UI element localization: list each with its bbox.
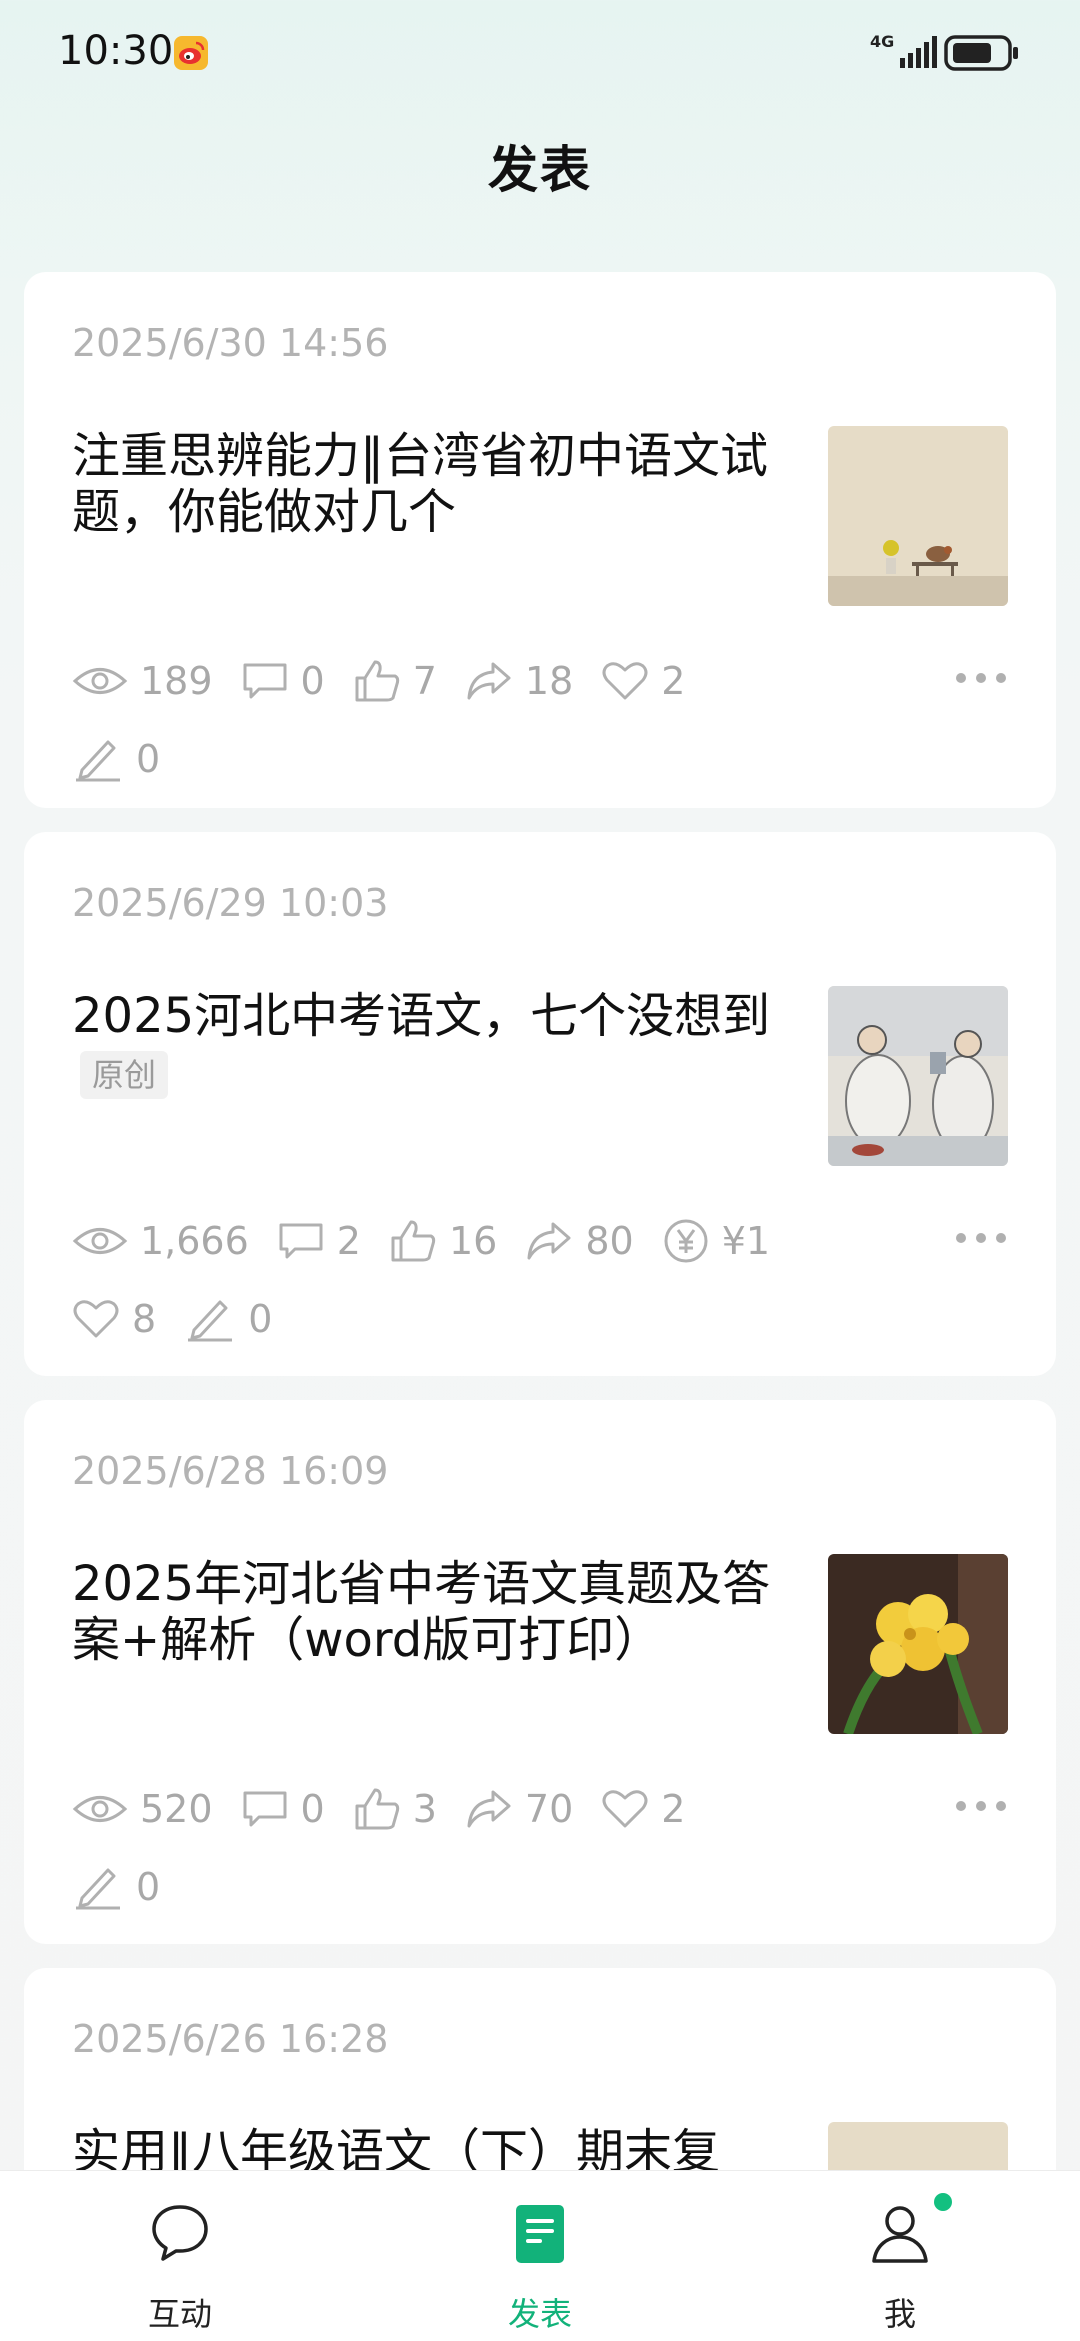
likes-stat[interactable]: 3: [353, 1786, 437, 1832]
article-title-text: 2025河北中考语文，七个没想到: [72, 988, 771, 1044]
scholars-ink-painting-image: [828, 986, 1008, 1166]
nav-tab-publish[interactable]: 发表: [440, 2171, 640, 2341]
likes-count: 7: [412, 659, 437, 703]
nav-label: 我: [883, 2295, 916, 2333]
article-title[interactable]: 2025河北中考语文，七个没想到原创: [72, 986, 772, 1100]
chat-bubble-icon: [152, 2205, 208, 2261]
eye-icon: [72, 1228, 128, 1254]
nav-tab-me[interactable]: 我: [800, 2171, 1000, 2341]
more-options-icon[interactable]: [954, 666, 1008, 690]
page-title: 发表: [488, 141, 592, 199]
network-type: 4G: [870, 32, 895, 51]
article-card[interactable]: 2025/6/29 10:03 2025河北中考语文，七个没想到原创 1,666…: [24, 832, 1056, 1376]
status-bar: 10:30 4G: [0, 0, 1080, 100]
battery-icon: [944, 35, 1018, 71]
pen-icon: [76, 740, 120, 782]
article-card[interactable]: 2025/6/28 16:09 2025年河北省中考语文真题及答案+解析（wor…: [24, 1400, 1056, 1944]
share-arrow-icon: [527, 1222, 571, 1260]
favorites-count: 8: [132, 1297, 157, 1341]
article-card[interactable]: 2025/6/30 14:56 注重思辨能力‖台湾省初中语文试题，你能做对几个: [24, 272, 1056, 808]
more-options-icon[interactable]: [954, 1226, 1008, 1250]
bird-on-bench-image: [828, 426, 1008, 606]
yellow-flowers-image: [828, 1554, 1008, 1734]
views-stat: 1,666: [72, 1219, 249, 1263]
document-icon: [516, 2205, 564, 2263]
comments-stat[interactable]: 0: [241, 1787, 325, 1831]
shares-count: 80: [585, 1219, 634, 1263]
eye-icon: [72, 1796, 128, 1822]
shares-stat[interactable]: 80: [525, 1219, 634, 1263]
views-count: 520: [140, 1787, 213, 1831]
views-count: 189: [140, 659, 213, 703]
comments-stat[interactable]: 0: [241, 659, 325, 703]
notification-dot: [934, 2193, 952, 2211]
original-tag: 原创: [80, 1051, 169, 1099]
thumbs-up-icon: [355, 660, 399, 702]
shares-stat[interactable]: 70: [465, 1787, 573, 1831]
notes-stat[interactable]: 0: [72, 736, 160, 782]
views-count: 1,666: [140, 1219, 249, 1263]
share-arrow-icon: [467, 662, 511, 700]
comments-count: 0: [300, 1787, 325, 1831]
nav-label: 互动: [147, 2295, 212, 2333]
favorites-count: 2: [661, 659, 686, 703]
favorites-count: 2: [661, 1787, 686, 1831]
comments-stat[interactable]: 2: [277, 1219, 361, 1263]
bottom-navigation: 互动 发表 我: [0, 2170, 1080, 2341]
more-options-icon[interactable]: [954, 1794, 1008, 1818]
article-date: 2025/6/26 16:28: [72, 2017, 389, 2061]
shares-count: 70: [524, 1787, 574, 1831]
article-date: 2025/6/29 10:03: [72, 881, 389, 925]
likes-stat[interactable]: 16: [389, 1218, 497, 1264]
shares-stat[interactable]: 18: [465, 659, 573, 703]
heart-icon: [602, 1790, 648, 1828]
article-title[interactable]: 2025年河北省中考语文真题及答案+解析（word版可打印）: [72, 1554, 772, 1668]
favorites-stat[interactable]: 8: [72, 1297, 156, 1341]
article-thumbnail[interactable]: [828, 1554, 1008, 1734]
yen-coin-icon: [664, 1219, 708, 1263]
likes-count: 16: [448, 1219, 498, 1263]
comments-count: 0: [300, 659, 325, 703]
reward-stat[interactable]: ¥1: [662, 1217, 770, 1265]
thumbs-up-icon: [355, 1788, 399, 1830]
person-icon: [872, 2206, 928, 2263]
notes-stat[interactable]: 0: [72, 1864, 160, 1910]
favorites-stat[interactable]: 2: [601, 1787, 685, 1831]
notes-stat[interactable]: 0: [184, 1296, 272, 1342]
eye-icon: [72, 668, 128, 694]
heart-icon: [602, 662, 648, 700]
shares-count: 18: [524, 659, 574, 703]
article-thumbnail[interactable]: [828, 986, 1008, 1166]
reward-amount: ¥1: [721, 1219, 771, 1263]
article-date: 2025/6/30 14:56: [72, 321, 389, 365]
likes-stat[interactable]: 7: [353, 658, 437, 704]
article-list: 2025/6/30 14:56 注重思辨能力‖台湾省初中语文试题，你能做对几个: [24, 272, 1056, 2302]
article-thumbnail[interactable]: [828, 426, 1008, 606]
weibo-notification-icon: [174, 36, 208, 70]
comment-icon: [243, 663, 287, 699]
article-date: 2025/6/28 16:09: [72, 1449, 389, 1493]
notes-count: 0: [136, 737, 161, 781]
nav-tab-interact[interactable]: 互动: [80, 2171, 280, 2341]
views-stat: 189: [72, 659, 213, 703]
article-title[interactable]: 注重思辨能力‖台湾省初中语文试题，你能做对几个: [72, 426, 772, 540]
heart-icon: [73, 1300, 119, 1338]
pen-icon: [188, 1300, 233, 1342]
nav-label: 发表: [507, 2295, 572, 2333]
comments-count: 2: [336, 1219, 361, 1263]
comment-icon: [243, 1791, 287, 1827]
notes-count: 0: [136, 1865, 161, 1909]
comment-icon: [279, 1223, 323, 1259]
share-arrow-icon: [467, 1790, 511, 1828]
notes-count: 0: [248, 1297, 273, 1341]
favorites-stat[interactable]: 2: [601, 659, 685, 703]
pen-icon: [76, 1868, 120, 1910]
views-stat: 520: [72, 1787, 213, 1831]
thumbs-up-icon: [391, 1220, 436, 1262]
signal-strength-icon: [900, 36, 937, 68]
status-time: 10:30: [58, 28, 174, 74]
likes-count: 3: [412, 1787, 437, 1831]
